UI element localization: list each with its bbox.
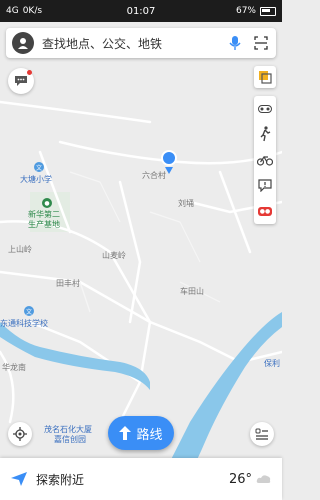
layers-icon xyxy=(259,71,272,84)
traffic-button[interactable] xyxy=(256,100,274,118)
route-button[interactable]: 路线 xyxy=(108,416,174,450)
temperature: 26° xyxy=(228,471,252,487)
map-label-xinhuadier[interactable]: 新华第二 xyxy=(28,210,60,219)
new-tag-icon: ●● xyxy=(257,206,273,216)
poi-green-icon: ● xyxy=(42,198,52,208)
list-icon xyxy=(255,428,268,440)
school-icon: 文 xyxy=(34,162,44,172)
map-label-shangshanding: 上山岭 xyxy=(8,245,32,254)
map-tools-panel: ●● xyxy=(254,96,276,224)
feedback-button[interactable] xyxy=(256,177,274,195)
status-bar: 4G 0K/s 01:07 67% xyxy=(0,0,282,22)
navigate-icon xyxy=(11,472,27,486)
map-label-bao: 保利 xyxy=(264,359,280,368)
walk-icon xyxy=(260,126,271,142)
search-input[interactable]: 查找地点、公交、地铁 xyxy=(42,35,218,52)
traffic-icon xyxy=(258,104,272,113)
weather-icon xyxy=(256,475,271,483)
list-button[interactable] xyxy=(250,422,274,446)
clock: 01:07 xyxy=(126,5,156,17)
battery-icon xyxy=(260,6,276,16)
network-speed: 0K/s xyxy=(22,6,43,16)
map-label-dashenxiaoxue[interactable]: 大塘小学 xyxy=(20,174,52,185)
bike-button[interactable] xyxy=(256,151,274,169)
map-label-maoming2: 嘉信创园 xyxy=(54,435,86,444)
map-label-huanan: 华龙南 xyxy=(2,363,26,372)
map-label-liuhecun: 六合村 xyxy=(142,171,166,180)
avatar-icon[interactable] xyxy=(12,32,34,54)
battery-percent: 67% xyxy=(235,6,256,16)
signal-indicator: 4G xyxy=(6,6,19,16)
map-label-futianshan: 车田山 xyxy=(180,287,204,296)
notification-dot xyxy=(27,70,32,75)
scan-icon[interactable] xyxy=(252,34,270,52)
route-button-label: 路线 xyxy=(136,427,163,443)
map-label-shengchanjidi: 生产基地 xyxy=(28,220,60,229)
school-icon: 文 xyxy=(24,306,34,316)
bike-icon xyxy=(257,155,273,166)
map-label-shanmailing: 山麦岭 xyxy=(102,251,126,260)
map-label-dongtong[interactable]: 东通科技学校 xyxy=(0,318,48,329)
mic-icon[interactable] xyxy=(226,34,244,52)
message-button[interactable] xyxy=(8,68,34,94)
locate-icon xyxy=(13,427,27,441)
message-icon xyxy=(15,76,27,86)
layers-button[interactable] xyxy=(254,66,276,88)
new-feature-button[interactable]: ●● xyxy=(256,202,274,220)
feedback-icon xyxy=(258,179,272,193)
search-bar[interactable]: 查找地点、公交、地铁 xyxy=(6,28,276,58)
walk-button[interactable] xyxy=(256,125,274,143)
explore-nearby[interactable]: 探索附近 xyxy=(36,471,229,488)
route-arrow-icon xyxy=(119,426,132,440)
bottom-bar[interactable]: 探索附近 26° xyxy=(0,458,282,500)
map-label-liuxu: 刘埇 xyxy=(178,199,194,208)
locate-button[interactable] xyxy=(8,422,32,446)
map-label-tianfengcun: 田丰村 xyxy=(56,279,80,288)
